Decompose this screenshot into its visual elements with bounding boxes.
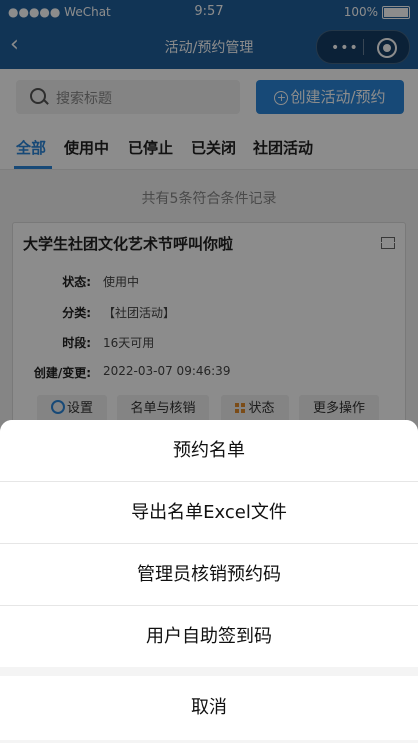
action-reservation-list[interactable]: 预约名单 xyxy=(0,420,418,482)
cancel-button[interactable]: 取消 xyxy=(0,676,418,740)
action-self-checkin-code[interactable]: 用户自助签到码 xyxy=(0,606,418,667)
action-export-excel[interactable]: 导出名单Excel文件 xyxy=(0,482,418,544)
action-sheet: 预约名单 导出名单Excel文件 管理员核销预约码 用户自助签到码 取消 xyxy=(0,420,418,743)
action-admin-verify-code[interactable]: 管理员核销预约码 xyxy=(0,544,418,606)
